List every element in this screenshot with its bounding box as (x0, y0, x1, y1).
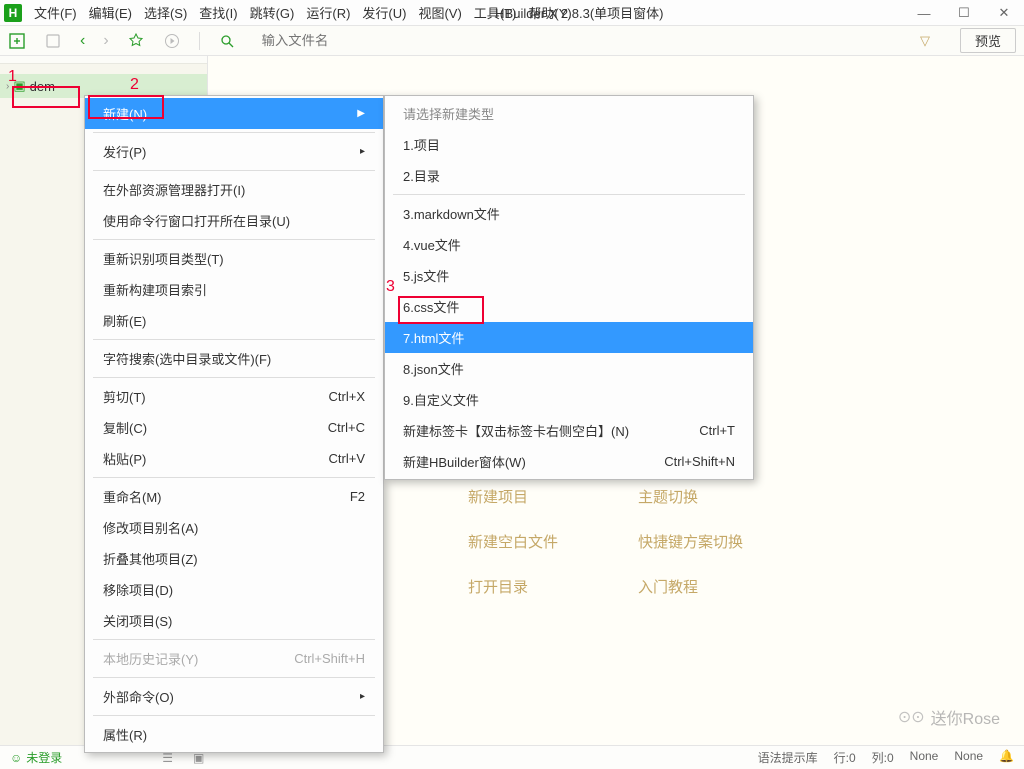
sm-custom[interactable]: 9.自定义文件 (385, 384, 753, 415)
window-title: HBuilder X 2.8.3(单项目窗体) (495, 3, 663, 22)
sm-new-tab[interactable]: 新建标签卡【双击标签卡右侧空白】(N)Ctrl+T (385, 415, 753, 446)
maximize-button[interactable]: ☐ (944, 0, 984, 26)
menubar: H 文件(F) 编辑(E) 选择(S) 查找(I) 跳转(G) 运行(R) 发行… (0, 0, 1024, 26)
welcome-new-project[interactable]: 新建项目 (468, 486, 638, 507)
search-input[interactable] (262, 33, 898, 48)
status-syntax[interactable]: 语法提示库 (758, 749, 818, 766)
cm-history: 本地历史记录(Y)Ctrl+Shift+H (85, 643, 383, 674)
menu-file[interactable]: 文件(F) (28, 1, 83, 24)
bell-icon[interactable]: 🔔 (999, 749, 1014, 766)
welcome-theme[interactable]: 主题切换 (638, 486, 808, 507)
welcome-tutorial[interactable]: 入门教程 (638, 576, 808, 597)
cm-alias[interactable]: 修改项目别名(A) (85, 512, 383, 543)
sm-css[interactable]: 6.css文件 (385, 291, 753, 322)
annotation-2: 2 (130, 76, 139, 94)
close-button[interactable]: ✕ (984, 0, 1024, 26)
cm-collapse[interactable]: 折叠其他项目(Z) (85, 543, 383, 574)
menu-publish[interactable]: 发行(U) (356, 1, 412, 24)
play-icon[interactable] (163, 32, 181, 50)
cm-open-terminal[interactable]: 使用命令行窗口打开所在目录(U) (85, 205, 383, 236)
cm-refresh[interactable]: 刷新(E) (85, 305, 383, 336)
wechat-icon: ⊙⊙ (898, 707, 925, 727)
annotation-1: 1 (8, 68, 17, 86)
sm-json[interactable]: 8.json文件 (385, 353, 753, 384)
cm-rebuild-index[interactable]: 重新构建项目索引 (85, 274, 383, 305)
cm-new[interactable]: 新建(N)▶ (85, 98, 383, 129)
user-icon: ☺ (10, 751, 22, 765)
menu-run[interactable]: 运行(R) (300, 1, 356, 24)
cm-copy[interactable]: 复制(C)Ctrl+C (85, 412, 383, 443)
welcome-open-dir[interactable]: 打开目录 (468, 576, 638, 597)
annotation-3: 3 (386, 278, 395, 296)
menu-view[interactable]: 视图(V) (412, 1, 467, 24)
context-menu: 新建(N)▶ 发行(P)▸ 在外部资源管理器打开(I) 使用命令行窗口打开所在目… (84, 95, 384, 753)
menu-select[interactable]: 选择(S) (138, 1, 193, 24)
star-icon[interactable] (127, 32, 145, 50)
cm-close[interactable]: 关闭项目(S) (85, 605, 383, 636)
cm-external-cmd[interactable]: 外部命令(O)▸ (85, 681, 383, 712)
nav-forward-icon[interactable]: › (103, 32, 108, 50)
menu-find[interactable]: 查找(I) (193, 1, 243, 24)
chevron-right-icon: ▸ (360, 691, 365, 702)
status-lang: None (954, 749, 983, 766)
sm-js[interactable]: 5.js文件 (385, 260, 753, 291)
sm-new-window[interactable]: 新建HBuilder窗体(W)Ctrl+Shift+N (385, 446, 753, 477)
cm-reidentify[interactable]: 重新识别项目类型(T) (85, 243, 383, 274)
save-icon[interactable] (44, 32, 62, 50)
preview-button[interactable]: 预览 (960, 28, 1016, 53)
menu-edit[interactable]: 编辑(E) (83, 1, 138, 24)
filter-icon[interactable]: ▽ (916, 32, 934, 50)
minimize-button[interactable]: — (904, 0, 944, 26)
status-col: 列:0 (872, 749, 894, 766)
nav-back-icon[interactable]: ‹ (80, 32, 85, 50)
new-submenu: 请选择新建类型 1.项目 2.目录 3.markdown文件 4.vue文件 5… (384, 95, 754, 480)
cm-cut[interactable]: 剪切(T)Ctrl+X (85, 381, 383, 412)
cm-paste[interactable]: 粘贴(P)Ctrl+V (85, 443, 383, 474)
sm-project[interactable]: 1.项目 (385, 129, 753, 160)
cm-properties[interactable]: 属性(R) (85, 719, 383, 750)
app-logo-icon: H (4, 4, 22, 22)
toolbar: ‹ › ▽ 预览 (0, 26, 1024, 56)
status-encoding: None (910, 749, 939, 766)
sm-vue[interactable]: 4.vue文件 (385, 229, 753, 260)
welcome-shortcuts[interactable]: 快捷键方案切换 (638, 531, 808, 552)
project-name-label: dem (30, 79, 55, 94)
welcome-new-blank[interactable]: 新建空白文件 (468, 531, 638, 552)
status-row: 行:0 (834, 749, 856, 766)
sm-directory[interactable]: 2.目录 (385, 160, 753, 191)
chevron-right-icon: ▸ (360, 146, 365, 157)
cm-remove[interactable]: 移除项目(D) (85, 574, 383, 605)
chevron-right-icon: ▶ (357, 108, 365, 119)
sm-html[interactable]: 7.html文件 (385, 322, 753, 353)
sm-markdown[interactable]: 3.markdown文件 (385, 198, 753, 229)
submenu-header: 请选择新建类型 (385, 98, 753, 129)
watermark: ⊙⊙ 送你Rose (898, 705, 1000, 729)
search-icon[interactable] (218, 32, 236, 50)
menu-goto[interactable]: 跳转(G) (244, 1, 301, 24)
new-window-icon[interactable] (8, 32, 26, 50)
cm-publish[interactable]: 发行(P)▸ (85, 136, 383, 167)
cm-rename[interactable]: 重命名(M)F2 (85, 481, 383, 512)
cm-open-explorer[interactable]: 在外部资源管理器打开(I) (85, 174, 383, 205)
cm-search-files[interactable]: 字符搜索(选中目录或文件)(F) (85, 343, 383, 374)
login-status[interactable]: ☺ 未登录 (10, 749, 62, 766)
